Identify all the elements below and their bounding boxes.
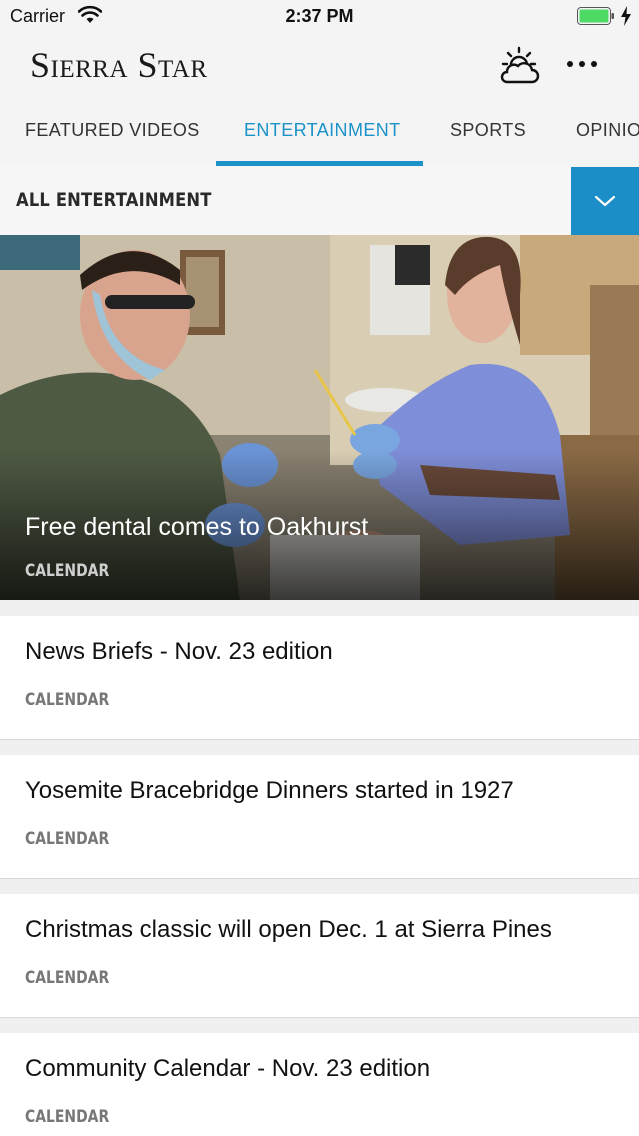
story-card[interactable]: Community Calendar - Nov. 23 edition CAL…	[0, 1033, 639, 1136]
tab-sports[interactable]: SPORTS	[450, 120, 526, 141]
story-headline[interactable]: Community Calendar - Nov. 23 edition	[25, 1055, 430, 1083]
status-bar: Carrier 2:37 PM	[0, 0, 639, 32]
clock: 2:37 PM	[285, 6, 354, 26]
story-headline[interactable]: Christmas classic will open Dec. 1 at Si…	[25, 916, 552, 944]
story-category: CALENDAR	[25, 968, 110, 988]
section-title: ALL ENTERTAINMENT	[16, 189, 212, 211]
story-card[interactable]: Yosemite Bracebridge Dinners started in …	[0, 755, 639, 879]
hero-headline[interactable]: Free dental comes to Oakhurst	[25, 513, 368, 542]
story-category: CALENDAR	[25, 690, 110, 710]
section-tabs: FEATURED VIDEOS ENTERTAINMENT SPORTS OPI…	[0, 100, 639, 167]
tab-opinion[interactable]: OPINION	[576, 120, 639, 141]
ellipsis-icon[interactable]	[562, 52, 602, 76]
sierra-star-logo[interactable]: Sierra Star	[30, 44, 208, 86]
story-category: CALENDAR	[25, 829, 110, 849]
section-selector[interactable]: ALL ENTERTAINMENT	[0, 167, 639, 235]
story-headline[interactable]: News Briefs - Nov. 23 edition	[25, 638, 333, 666]
tab-featured-videos[interactable]: FEATURED VIDEOS	[25, 120, 200, 141]
active-tab-indicator	[216, 161, 423, 166]
battery-icon	[577, 7, 614, 25]
story-category: CALENDAR	[25, 1107, 110, 1127]
section-dropdown-button[interactable]	[571, 167, 639, 235]
hero-story[interactable]: Free dental comes to Oakhurst CALENDAR	[0, 235, 639, 600]
chevron-down-icon	[594, 195, 616, 207]
app-header: Sierra Star	[0, 32, 639, 100]
hero-category: CALENDAR	[25, 561, 110, 581]
tab-entertainment[interactable]: ENTERTAINMENT	[244, 120, 401, 141]
charging-icon	[621, 6, 631, 26]
story-card[interactable]: Christmas classic will open Dec. 1 at Si…	[0, 894, 639, 1018]
story-card[interactable]: News Briefs - Nov. 23 edition CALENDAR	[0, 616, 639, 740]
partly-cloudy-icon[interactable]	[496, 46, 542, 86]
story-headline[interactable]: Yosemite Bracebridge Dinners started in …	[25, 777, 514, 805]
